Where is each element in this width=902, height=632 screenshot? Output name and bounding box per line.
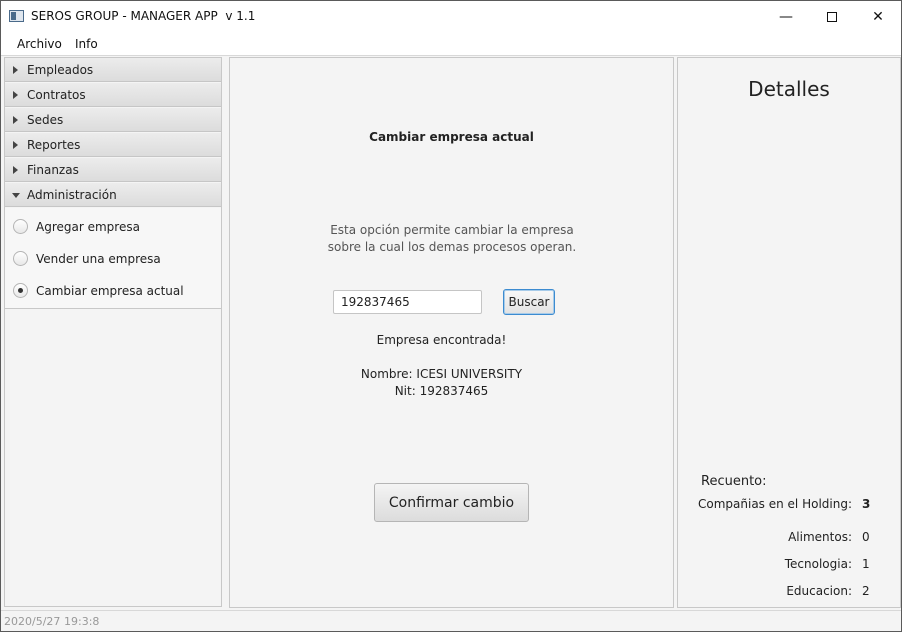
radio-unselected-icon [13, 219, 28, 234]
stat-tecnologia-value: 1 [862, 557, 870, 571]
stat-educacion-label: Educacion: [786, 584, 852, 598]
status-date: 2020/5/27 [4, 615, 61, 628]
stat-holding-label: Compañias en el Holding: [698, 497, 852, 511]
section-reportes[interactable]: Reportes [5, 133, 221, 157]
radio-label: Vender una empresa [36, 252, 161, 266]
section-administracion[interactable]: Administración [5, 183, 221, 207]
stat-tecnologia-label: Tecnologia: [784, 557, 852, 571]
stat-alimentos-label: Alimentos: [788, 530, 852, 544]
chevron-right-icon [13, 166, 18, 174]
radio-label: Agregar empresa [36, 220, 140, 234]
maximize-button[interactable] [809, 1, 855, 32]
section-sedes[interactable]: Sedes [5, 108, 221, 132]
details-panel: Detalles Recuento: Compañias en el Holdi… [677, 57, 901, 608]
minimize-button[interactable]: — [763, 1, 809, 32]
nit-search-input[interactable] [333, 290, 482, 314]
app-icon [9, 10, 24, 22]
radio-selected-icon [13, 283, 28, 298]
chevron-right-icon [13, 116, 18, 124]
minimize-icon: — [779, 8, 793, 25]
menu-bar: Archivo Info [1, 32, 901, 56]
window-title: SEROS GROUP - MANAGER APP v 1.1 [31, 9, 256, 23]
company-name: Nombre: ICESI UNIVERSITY [360, 367, 523, 381]
administracion-options: Agregar empresa Vender una empresa Cambi… [5, 208, 221, 309]
section-label: Administración [27, 188, 117, 202]
company-nit: Nit: 192837465 [394, 384, 489, 398]
search-button[interactable]: Buscar [503, 289, 555, 315]
chevron-right-icon [13, 66, 18, 74]
stat-holding-value: 3 [862, 497, 871, 511]
app-window: SEROS GROUP - MANAGER APP v 1.1 — ✕ Arch… [0, 0, 902, 632]
section-label: Empleados [27, 63, 94, 77]
confirm-change-button[interactable]: Confirmar cambio [374, 483, 529, 522]
chevron-right-icon [13, 141, 18, 149]
page-title: Cambiar empresa actual [369, 130, 534, 144]
chevron-right-icon [13, 91, 18, 99]
stat-educacion-value: 2 [862, 584, 870, 598]
stat-alimentos-value: 0 [862, 530, 870, 544]
section-finanzas[interactable]: Finanzas [5, 158, 221, 182]
section-label: Finanzas [27, 163, 79, 177]
section-label: Reportes [27, 138, 81, 152]
section-label: Sedes [27, 113, 64, 127]
section-empleados[interactable]: Empleados [5, 58, 221, 82]
menu-archivo[interactable]: Archivo [17, 37, 62, 51]
sidebar-accordion: Empleados Contratos Sedes Reportes Finan… [4, 57, 222, 607]
found-message: Empresa encontrada! [376, 333, 507, 347]
main-panel: Cambiar empresa actual Esta opción permi… [229, 57, 674, 608]
status-time: 19:3:8 [64, 615, 100, 628]
chevron-down-icon [12, 193, 20, 198]
details-title: Detalles [748, 77, 830, 101]
radio-label: Cambiar empresa actual [36, 284, 184, 298]
title-bar: SEROS GROUP - MANAGER APP v 1.1 — ✕ [1, 1, 901, 32]
description-text: Esta opción permite cambiar la empresa s… [327, 223, 577, 254]
maximize-icon [827, 11, 837, 22]
menu-info[interactable]: Info [75, 37, 98, 51]
status-bar: 2020/5/27 19:3:8 [1, 610, 901, 631]
radio-unselected-icon [13, 251, 28, 266]
section-contratos[interactable]: Contratos [5, 83, 221, 107]
close-icon: ✕ [872, 8, 884, 25]
recuento-label: Recuento: [701, 474, 767, 489]
section-label: Contratos [27, 88, 86, 102]
close-button[interactable]: ✕ [855, 1, 901, 32]
